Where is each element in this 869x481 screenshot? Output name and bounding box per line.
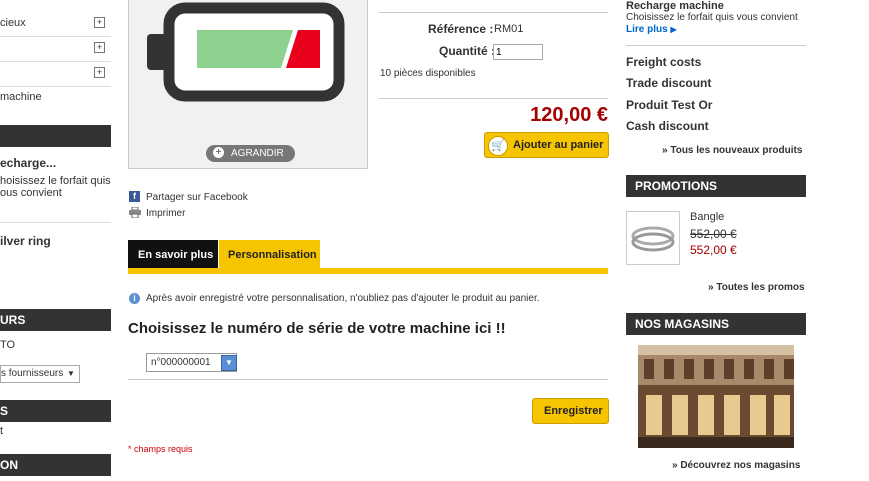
section-header-3: ON <box>0 454 111 476</box>
expand-plus-icon[interactable]: + <box>94 67 105 78</box>
promo-new-price: 552,00 € <box>690 243 737 257</box>
expand-plus-icon[interactable]: + <box>94 42 105 53</box>
promo-name[interactable]: Bangle <box>690 211 724 223</box>
save-button-label: Enregistrer <box>544 405 603 417</box>
category-item[interactable]: + <box>0 62 111 87</box>
promotions-header: PROMOTIONS <box>626 175 806 197</box>
section-item[interactable]: t <box>0 425 3 437</box>
suppliers-select[interactable]: s fournisseurs ▼ <box>0 365 80 383</box>
category-machine-link[interactable]: machine <box>0 91 42 103</box>
left-sidebar: cieux + + + machine echarge... hoisissez… <box>0 0 111 481</box>
divider <box>626 45 806 46</box>
recharge-desc-1: hoisissez le forfait quis <box>0 175 111 187</box>
section-header <box>0 125 111 147</box>
chevron-down-icon: ▼ <box>221 355 237 371</box>
bangle-icon <box>631 226 675 252</box>
all-new-products-link[interactable]: » Tous les nouveaux produits <box>662 145 802 156</box>
add-to-cart-label: Ajouter au panier <box>513 139 604 151</box>
reference-value: RM01 <box>494 23 524 35</box>
suppliers-header-label: URS <box>0 313 26 327</box>
divider <box>0 222 111 223</box>
divider <box>379 98 608 99</box>
quantity-input[interactable] <box>493 44 543 60</box>
save-button[interactable]: Enregistrer <box>532 398 609 424</box>
section-header-2-label: S <box>0 404 9 418</box>
stores-header: NOS MAGASINS <box>626 313 806 335</box>
divider <box>379 12 608 13</box>
stock-text: 10 pièces disponibles <box>380 68 476 79</box>
required-note: * champs requis <box>128 444 193 454</box>
tab-personalization[interactable]: Personnalisation <box>219 240 320 269</box>
cart-icon: 🛒 <box>488 136 508 156</box>
serial-select-value: n°000000001 <box>151 357 211 368</box>
facebook-icon[interactable]: f <box>129 191 140 202</box>
customization-heading: Choisissez le numéro de série de votre m… <box>128 320 506 337</box>
supplier-item[interactable]: TO <box>0 339 15 351</box>
category-item[interactable]: cieux + <box>0 12 111 37</box>
link-produit-test[interactable]: Produit Test Or <box>626 98 712 112</box>
chevron-down-icon: ▼ <box>67 369 75 378</box>
share-facebook-link[interactable]: Partager sur Facebook <box>146 192 248 203</box>
info-text: Après avoir enregistré votre personnalis… <box>146 293 540 304</box>
add-to-cart-button[interactable]: 🛒 Ajouter au panier <box>484 132 609 158</box>
battery-icon <box>147 2 345 102</box>
printer-icon[interactable] <box>129 206 141 219</box>
product-image[interactable] <box>128 0 368 169</box>
section-header-2: S <box>0 400 111 422</box>
promo-product-image[interactable] <box>626 211 680 265</box>
enlarge-button[interactable]: + AGRANDIR <box>206 145 295 162</box>
reference-label: Référence : <box>428 22 494 36</box>
silver-ring-link[interactable]: ilver ring <box>0 234 51 248</box>
suppliers-header: URS <box>0 309 111 331</box>
promo-old-price: 552,00 € <box>690 227 737 241</box>
expand-plus-icon[interactable]: + <box>94 17 105 28</box>
link-trade-discount[interactable]: Trade discount <box>626 76 711 90</box>
suppliers-select-value: s fournisseurs <box>1 368 64 379</box>
category-item[interactable]: + <box>0 37 111 62</box>
read-more-label: Lire plus <box>626 24 668 35</box>
storefront-icon <box>638 345 794 448</box>
link-cash-discount[interactable]: Cash discount <box>626 119 709 133</box>
arrow-right-icon: ▶ <box>670 25 677 34</box>
recharge-desc-2: ous convient <box>0 187 62 199</box>
tab-personalization-label: Personnalisation <box>228 249 317 261</box>
quantity-label: Quantité : <box>439 44 495 58</box>
stores-header-label: NOS MAGASINS <box>635 317 730 331</box>
recharge-desc: Choisissez le forfait quis vous convient <box>626 12 798 23</box>
enlarge-label: AGRANDIR <box>231 148 284 159</box>
recharge-title[interactable]: Recharge machine <box>626 0 724 12</box>
product-price: 120,00 € <box>530 104 608 126</box>
tab-more-info-label: En savoir plus <box>138 249 214 261</box>
recharge-title[interactable]: echarge... <box>0 156 56 170</box>
divider <box>128 379 608 380</box>
serial-select[interactable]: n°000000001 ▼ <box>146 353 237 372</box>
print-link[interactable]: Imprimer <box>146 208 185 219</box>
all-promos-link[interactable]: » Toutes les promos <box>708 282 805 293</box>
info-icon: i <box>129 293 140 304</box>
tab-more-info[interactable]: En savoir plus <box>128 240 218 269</box>
promotions-header-label: PROMOTIONS <box>635 179 718 193</box>
link-freight-costs[interactable]: Freight costs <box>626 55 701 69</box>
store-image[interactable] <box>638 345 794 448</box>
zoom-icon: + <box>213 147 224 158</box>
read-more-link[interactable]: Lire plus ▶ <box>626 24 677 35</box>
discover-stores-link[interactable]: » Découvrez nos magasins <box>672 460 800 471</box>
section-header-3-label: ON <box>0 458 18 472</box>
tab-underline <box>128 268 608 274</box>
category-label: cieux <box>0 17 26 29</box>
